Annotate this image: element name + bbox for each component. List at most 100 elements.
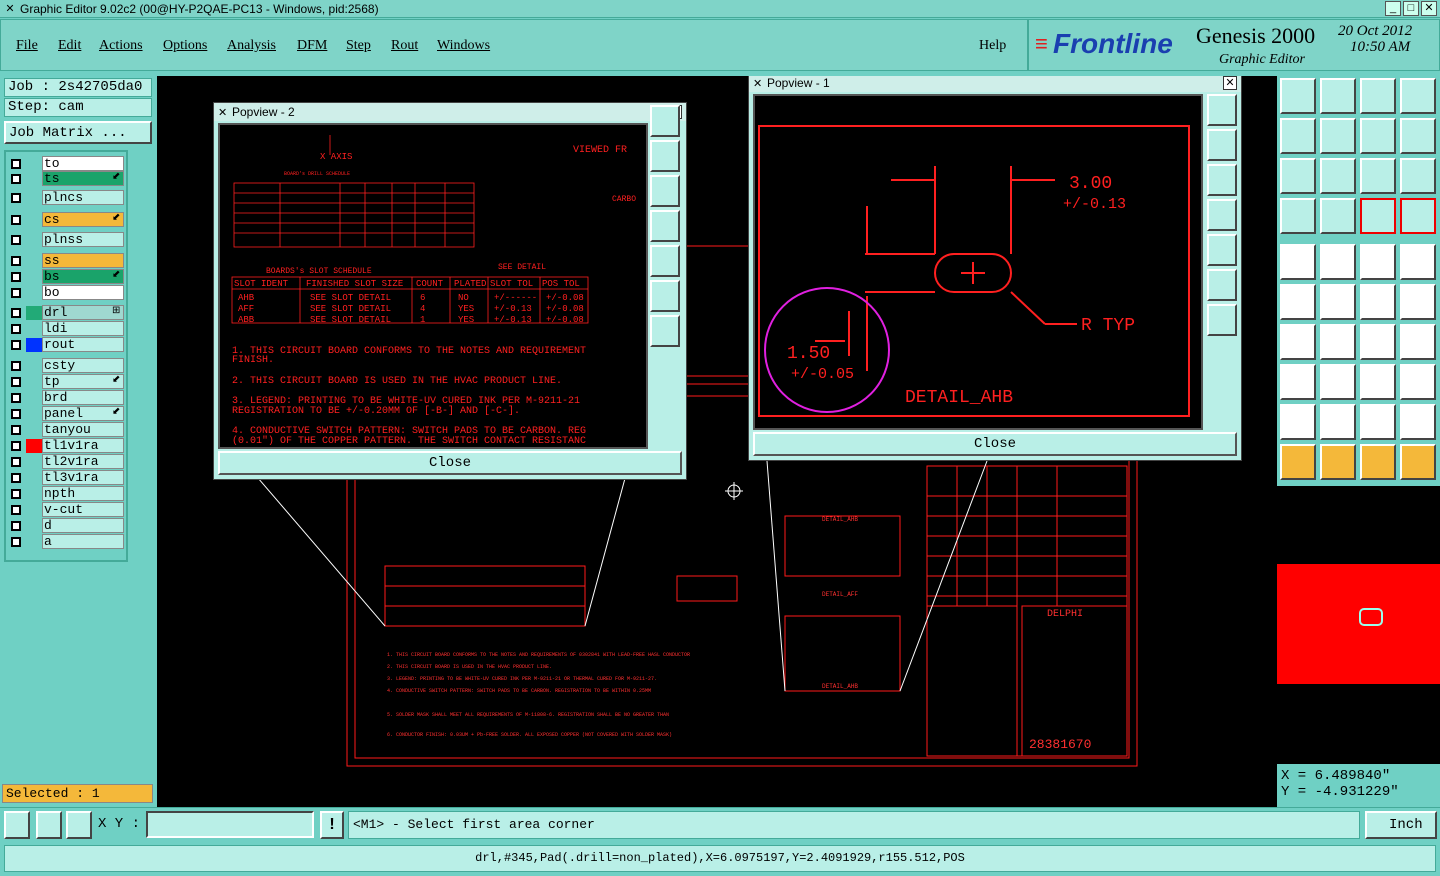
scale-1-2-icon[interactable] bbox=[1360, 158, 1396, 194]
layer-checkbox[interactable] bbox=[11, 393, 21, 403]
popview-2-zoom-fit-icon[interactable] bbox=[650, 105, 680, 137]
minus-icon[interactable] bbox=[1320, 364, 1356, 400]
layers-b-icon[interactable] bbox=[1400, 198, 1436, 234]
rotate-icon[interactable] bbox=[1360, 324, 1396, 360]
triangle-c-icon[interactable] bbox=[1360, 404, 1396, 440]
layer-checkbox[interactable] bbox=[11, 425, 21, 435]
layer-checkbox[interactable] bbox=[11, 340, 21, 350]
menu-actions[interactable]: Actions bbox=[99, 38, 143, 54]
layer-checkbox[interactable] bbox=[11, 174, 21, 184]
alert-icon[interactable]: ! bbox=[320, 811, 344, 839]
cross-icon[interactable] bbox=[1320, 284, 1356, 320]
save-icon[interactable] bbox=[1320, 78, 1356, 114]
pointer-net-icon[interactable] bbox=[1360, 444, 1396, 480]
layer-row-tanyou[interactable]: tanyou bbox=[8, 422, 125, 438]
layer-checkbox[interactable] bbox=[11, 159, 21, 169]
measure-icon[interactable] bbox=[1360, 364, 1396, 400]
popview-1-zoom-out-icon[interactable] bbox=[1207, 304, 1237, 336]
split-view-icon[interactable] bbox=[1400, 78, 1436, 114]
popview-1-pan-right-icon[interactable] bbox=[1207, 234, 1237, 266]
measure-mode-icon[interactable] bbox=[36, 811, 62, 839]
layer-checkbox[interactable] bbox=[11, 215, 21, 225]
layer-row-to[interactable]: to bbox=[8, 156, 125, 172]
pointer-connect-icon[interactable] bbox=[1400, 444, 1436, 480]
minimize-button[interactable]: _ bbox=[1385, 1, 1401, 16]
layer-row-v-cut[interactable]: v-cut bbox=[8, 502, 125, 518]
popview-1-zoom-in-icon[interactable] bbox=[1207, 269, 1237, 301]
layers-a-icon[interactable] bbox=[1360, 198, 1396, 234]
popview-2-close-button[interactable]: Close bbox=[218, 451, 682, 475]
pad-icon[interactable] bbox=[1280, 364, 1316, 400]
layer-checkbox[interactable] bbox=[11, 193, 21, 203]
pointer-icon[interactable] bbox=[1280, 444, 1316, 480]
layer-row-plncs[interactable]: plncs bbox=[8, 190, 125, 206]
layer-row-tl2v1ra[interactable]: tl2v1ra bbox=[8, 454, 125, 470]
menu-rout[interactable]: Rout bbox=[391, 38, 418, 54]
open-step-icon[interactable] bbox=[1280, 78, 1316, 114]
mirror-icon[interactable] bbox=[1400, 324, 1436, 360]
grid-mode-icon[interactable] bbox=[66, 811, 92, 839]
center-icon[interactable] bbox=[1320, 158, 1356, 194]
snap-center-icon[interactable] bbox=[1400, 244, 1436, 280]
layer-checkbox[interactable] bbox=[11, 441, 21, 451]
layer-row-npth[interactable]: npth bbox=[8, 486, 125, 502]
triangle-b-icon[interactable] bbox=[1320, 404, 1356, 440]
layer-row-ss[interactable]: ss bbox=[8, 253, 125, 269]
popview-1-zoom-fit-icon[interactable] bbox=[1207, 94, 1237, 126]
line-icon[interactable] bbox=[1320, 324, 1356, 360]
layer-checkbox[interactable] bbox=[11, 473, 21, 483]
unit-selector[interactable]: Inch bbox=[1365, 811, 1437, 839]
layer-checkbox[interactable] bbox=[11, 377, 21, 387]
menu-options[interactable]: Options bbox=[163, 38, 207, 54]
menu-dfm[interactable]: DFM bbox=[297, 38, 327, 54]
xy-input[interactable] bbox=[146, 811, 314, 838]
layer-row-tl3v1ra[interactable]: tl3v1ra bbox=[8, 470, 125, 486]
popview-2-pan-down-icon[interactable] bbox=[650, 175, 680, 207]
layer-row-d[interactable]: d bbox=[8, 518, 125, 534]
connect-icon[interactable] bbox=[1280, 284, 1316, 320]
menu-edit[interactable]: Edit bbox=[58, 38, 81, 54]
layer-checkbox[interactable] bbox=[11, 457, 21, 467]
layer-checkbox[interactable] bbox=[11, 235, 21, 245]
layer-row-tp[interactable]: tp ⬋ bbox=[8, 374, 125, 390]
menu-windows[interactable]: Windows bbox=[437, 38, 490, 54]
popview-2-zoom-in-icon[interactable] bbox=[650, 280, 680, 312]
layer-row-tl1v1ra[interactable]: tl1v1ra bbox=[8, 438, 125, 454]
grid-icon[interactable] bbox=[1320, 198, 1356, 234]
zoom-fit-icon[interactable] bbox=[1280, 158, 1316, 194]
layer-checkbox[interactable] bbox=[11, 324, 21, 334]
popview-1-close-button[interactable]: Close bbox=[753, 432, 1237, 456]
layer-row-cs[interactable]: cs ⬋ bbox=[8, 212, 125, 228]
layer-row-ts[interactable]: ts ⬋ bbox=[8, 171, 125, 187]
layer-checkbox[interactable] bbox=[11, 288, 21, 298]
ruler-icon[interactable] bbox=[1360, 244, 1396, 280]
triangle-a-icon[interactable] bbox=[1280, 404, 1316, 440]
home-icon[interactable] bbox=[1360, 78, 1396, 114]
select-icon[interactable] bbox=[1280, 244, 1316, 280]
popview-1-pan-left-icon[interactable] bbox=[1207, 199, 1237, 231]
zoom-back-icon[interactable] bbox=[1280, 118, 1316, 154]
tools-icon[interactable] bbox=[1280, 198, 1316, 234]
layer-checkbox[interactable] bbox=[11, 505, 21, 515]
move-icon[interactable] bbox=[1360, 284, 1396, 320]
graphic-canvas[interactable]: 1. THIS CIRCUIT BOARD CONFORMS TO THE NO… bbox=[157, 76, 1277, 807]
popview-1-pan-down-icon[interactable] bbox=[1207, 164, 1237, 196]
layer-row-ldi[interactable]: ldi bbox=[8, 321, 125, 337]
menu-analysis[interactable]: Analysis bbox=[227, 38, 276, 54]
swap-icon[interactable] bbox=[1360, 118, 1396, 154]
popview-1-close-icon[interactable]: ✕ bbox=[1223, 76, 1237, 90]
snap-mode-icon[interactable] bbox=[4, 811, 30, 839]
layer-checkbox[interactable] bbox=[11, 308, 21, 318]
layer-checkbox[interactable] bbox=[11, 409, 21, 419]
layer-checkbox[interactable] bbox=[11, 489, 21, 499]
help-icon[interactable] bbox=[1400, 158, 1436, 194]
menu-file[interactable]: File bbox=[16, 38, 38, 54]
layer-checkbox[interactable] bbox=[11, 272, 21, 282]
layer-row-csty[interactable]: csty bbox=[8, 358, 125, 374]
layer-checkbox[interactable] bbox=[11, 521, 21, 531]
maximize-button[interactable]: □ bbox=[1403, 1, 1419, 16]
zoom-next-icon[interactable] bbox=[1320, 118, 1356, 154]
group-icon[interactable] bbox=[1400, 364, 1436, 400]
layer-row-bo[interactable]: bo bbox=[8, 285, 125, 301]
job-matrix-button[interactable]: Job Matrix ... bbox=[4, 121, 152, 144]
